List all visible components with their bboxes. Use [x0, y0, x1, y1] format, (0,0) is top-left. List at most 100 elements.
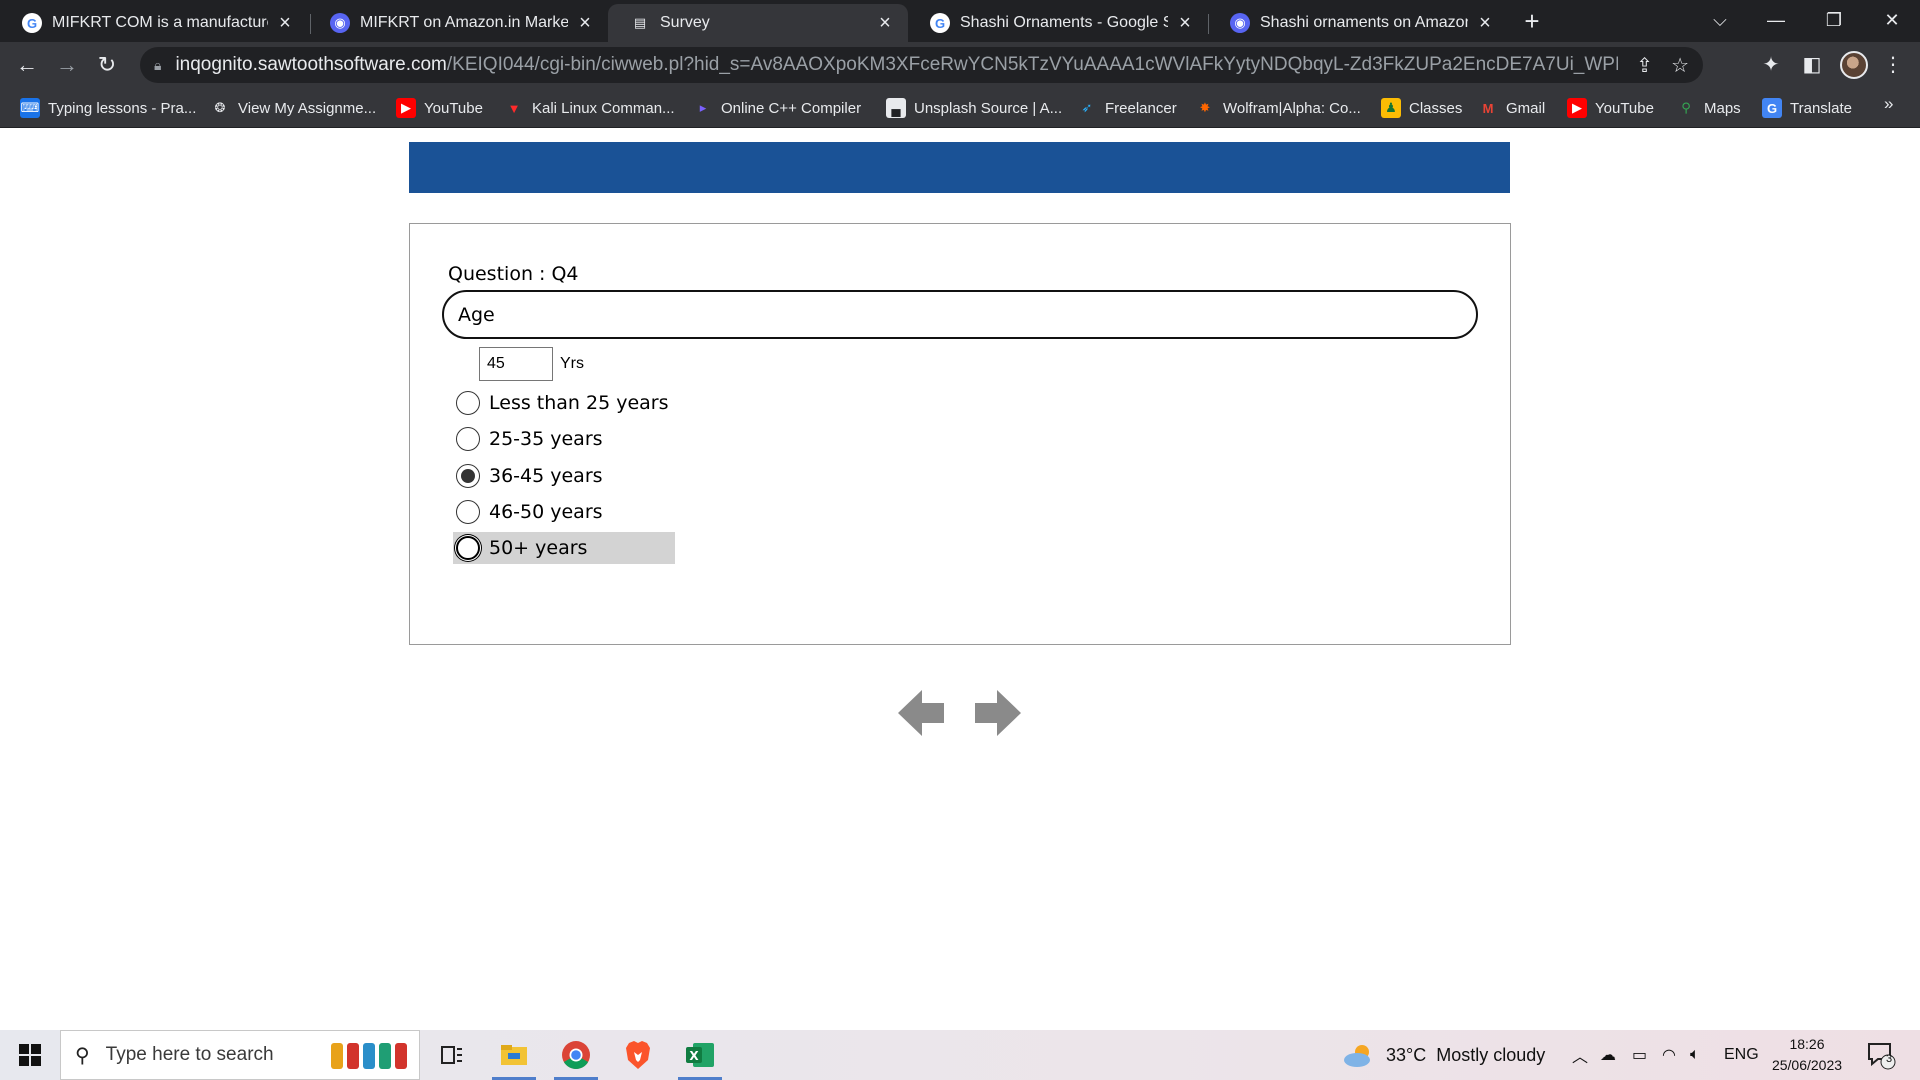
age-option-36-45[interactable]: 36-45 years: [453, 460, 675, 492]
bookmark-item[interactable]: G Translate: [1762, 96, 1852, 120]
clock-date: 25/06/2023: [1771, 1057, 1843, 1073]
browser-tab[interactable]: ◉ MIFKRT on Amazon.in Marketpla ×: [308, 4, 608, 42]
search-placeholder: Type here to search: [105, 1044, 274, 1065]
next-arrow-icon[interactable]: [973, 688, 1021, 738]
close-tab-icon[interactable]: ×: [276, 12, 294, 35]
radio-button-selected[interactable]: [456, 464, 480, 488]
bookmark-label: YouTube: [1595, 99, 1654, 117]
bookmark-item[interactable]: ❂ View My Assignme...: [210, 96, 377, 120]
url-path: /KEIQI044/cgi-bin/ciwweb.pl?hid_s=Av8AAO…: [446, 54, 1618, 75]
more-bookmarks-icon[interactable]: »: [1884, 94, 1893, 114]
bookmark-item[interactable]: ▼ Kali Linux Comman...: [504, 96, 675, 120]
browser-tab[interactable]: ◉ Shashi ornaments on Amazon.in ×: [1208, 4, 1508, 42]
bookmark-label: Freelancer: [1105, 99, 1177, 117]
extensions-icon[interactable]: ✦: [1758, 52, 1784, 78]
show-hidden-icons[interactable]: ︿: [1572, 1030, 1588, 1080]
sheets-icon: ▤: [633, 15, 647, 30]
age-unit-label: Yrs: [560, 355, 584, 372]
close-tab-icon[interactable]: ×: [876, 12, 894, 35]
bookmark-item[interactable]: ▶ YouTube: [396, 96, 483, 120]
clock-time: 18:26: [1789, 1036, 1825, 1052]
youtube-icon: ▶: [396, 98, 416, 118]
search-highlight-icon[interactable]: [320, 1030, 420, 1080]
profile-avatar[interactable]: [1840, 51, 1868, 79]
language-indicator[interactable]: ENG: [1724, 1030, 1759, 1080]
option-label: 25-35 years: [489, 428, 603, 450]
notification-center-icon[interactable]: 3: [1866, 1040, 1898, 1070]
bookmark-item[interactable]: ♟ Classes: [1381, 96, 1462, 120]
previous-arrow-icon[interactable]: [898, 688, 946, 738]
radio-button[interactable]: [456, 536, 480, 560]
cloud-sync-icon[interactable]: ☁: [1600, 1030, 1616, 1080]
chrome-icon[interactable]: [548, 1030, 604, 1080]
age-option-46-50[interactable]: 46-50 years: [453, 496, 675, 528]
excel-icon[interactable]: X: [672, 1030, 728, 1080]
taskbar-clock[interactable]: 18:26 25/06/2023: [1762, 1034, 1852, 1076]
radio-button[interactable]: [456, 427, 480, 451]
address-bar[interactable]: 🔒︎ inqognito.sawtoothsoftware.com /KEIQI…: [140, 47, 1703, 83]
close-tab-icon[interactable]: ×: [1176, 12, 1194, 35]
question-number-label: Question : Q4: [448, 263, 579, 285]
age-option-50-plus[interactable]: 50+ years: [453, 532, 675, 564]
radio-button[interactable]: [456, 500, 480, 524]
wifi-icon[interactable]: ◠: [1662, 1030, 1676, 1080]
task-view-icon[interactable]: [424, 1030, 480, 1080]
tab-title: MIFKRT COM is a manufacturer -: [52, 14, 268, 31]
radio-button[interactable]: [456, 391, 480, 415]
battery-icon[interactable]: ▭: [1632, 1030, 1647, 1080]
wolfram-icon: ✸: [1199, 100, 1211, 115]
menu-icon[interactable]: ⋮: [1880, 52, 1906, 78]
bookmark-label: Translate: [1790, 99, 1852, 117]
bookmark-item[interactable]: ➶ Freelancer: [1077, 96, 1177, 120]
bookmark-label: Wolfram|Alpha: Co...: [1223, 99, 1361, 117]
windows-start-icon[interactable]: [0, 1030, 60, 1080]
bookmark-item[interactable]: ⌨ Typing lessons - Pra...: [20, 96, 196, 120]
side-panel-icon[interactable]: ◧: [1799, 52, 1825, 78]
weather-widget[interactable]: 33°C Mostly cloudy: [1342, 1030, 1545, 1080]
close-tab-icon[interactable]: ×: [576, 12, 594, 35]
age-input[interactable]: [479, 347, 553, 381]
back-icon[interactable]: ←: [12, 50, 42, 80]
question-header: Age: [442, 290, 1478, 339]
option-label: Less than 25 years: [489, 392, 669, 414]
bookmark-label: Unsplash Source | A...: [914, 99, 1063, 117]
restore-icon[interactable]: ❐: [1806, 0, 1862, 40]
weather-temperature: 33°C: [1386, 1044, 1427, 1065]
youtube-icon: ▶: [1567, 98, 1587, 118]
close-window-icon[interactable]: ✕: [1864, 0, 1920, 40]
browser-tab-active[interactable]: ▤ Survey ×: [608, 4, 908, 42]
translate-icon: G: [1762, 98, 1782, 118]
browser-tab[interactable]: G Shashi Ornaments - Google Sear ×: [908, 4, 1208, 42]
bookmark-item[interactable]: ✸ Wolfram|Alpha: Co...: [1195, 96, 1361, 120]
bookmark-item[interactable]: ▶ YouTube: [1567, 96, 1654, 120]
age-option-25-35[interactable]: 25-35 years: [453, 423, 675, 455]
browser-tab-strip: G MIFKRT COM is a manufacturer - × ◉ MIF…: [0, 0, 1920, 42]
tab-title: Shashi Ornaments - Google Sear: [960, 14, 1168, 31]
file-explorer-icon[interactable]: [486, 1030, 542, 1080]
gmail-icon: M: [1482, 100, 1494, 116]
forward-icon[interactable]: →: [52, 50, 82, 80]
close-tab-icon[interactable]: ×: [1476, 12, 1494, 35]
discord-icon: ◉: [1230, 13, 1250, 33]
windows-taskbar: ⚲ Type here to search X 33°C Mostly clou…: [0, 1030, 1920, 1080]
bookmark-item[interactable]: M Gmail: [1478, 96, 1546, 120]
reload-icon[interactable]: ↻: [92, 50, 122, 80]
option-label: 46-50 years: [489, 501, 603, 523]
age-option-under-25[interactable]: Less than 25 years: [453, 387, 675, 419]
new-tab-button[interactable]: +: [1517, 6, 1547, 36]
tab-search-icon[interactable]: ⌵: [1692, 0, 1748, 40]
option-label: 36-45 years: [489, 465, 603, 487]
volume-muted-icon[interactable]: 🔈︎: [1690, 1030, 1700, 1080]
bookmark-item[interactable]: ▄ Unsplash Source | A...: [886, 96, 1062, 120]
bookmark-item[interactable]: ▸ Online C++ Compiler: [693, 96, 861, 120]
bookmark-label: Maps: [1704, 99, 1741, 117]
bookmark-star-icon[interactable]: ☆: [1671, 53, 1689, 78]
brave-icon[interactable]: [610, 1030, 666, 1080]
bookmark-item[interactable]: ⚲ Maps: [1676, 96, 1741, 120]
cpp-icon: ▸: [699, 100, 707, 115]
browser-tab[interactable]: G MIFKRT COM is a manufacturer - ×: [0, 4, 308, 42]
svg-text:X: X: [689, 1049, 699, 1063]
minimize-icon[interactable]: —: [1748, 0, 1804, 40]
share-icon[interactable]: ⇪: [1636, 53, 1653, 78]
unsplash-icon: ▄: [886, 98, 906, 118]
